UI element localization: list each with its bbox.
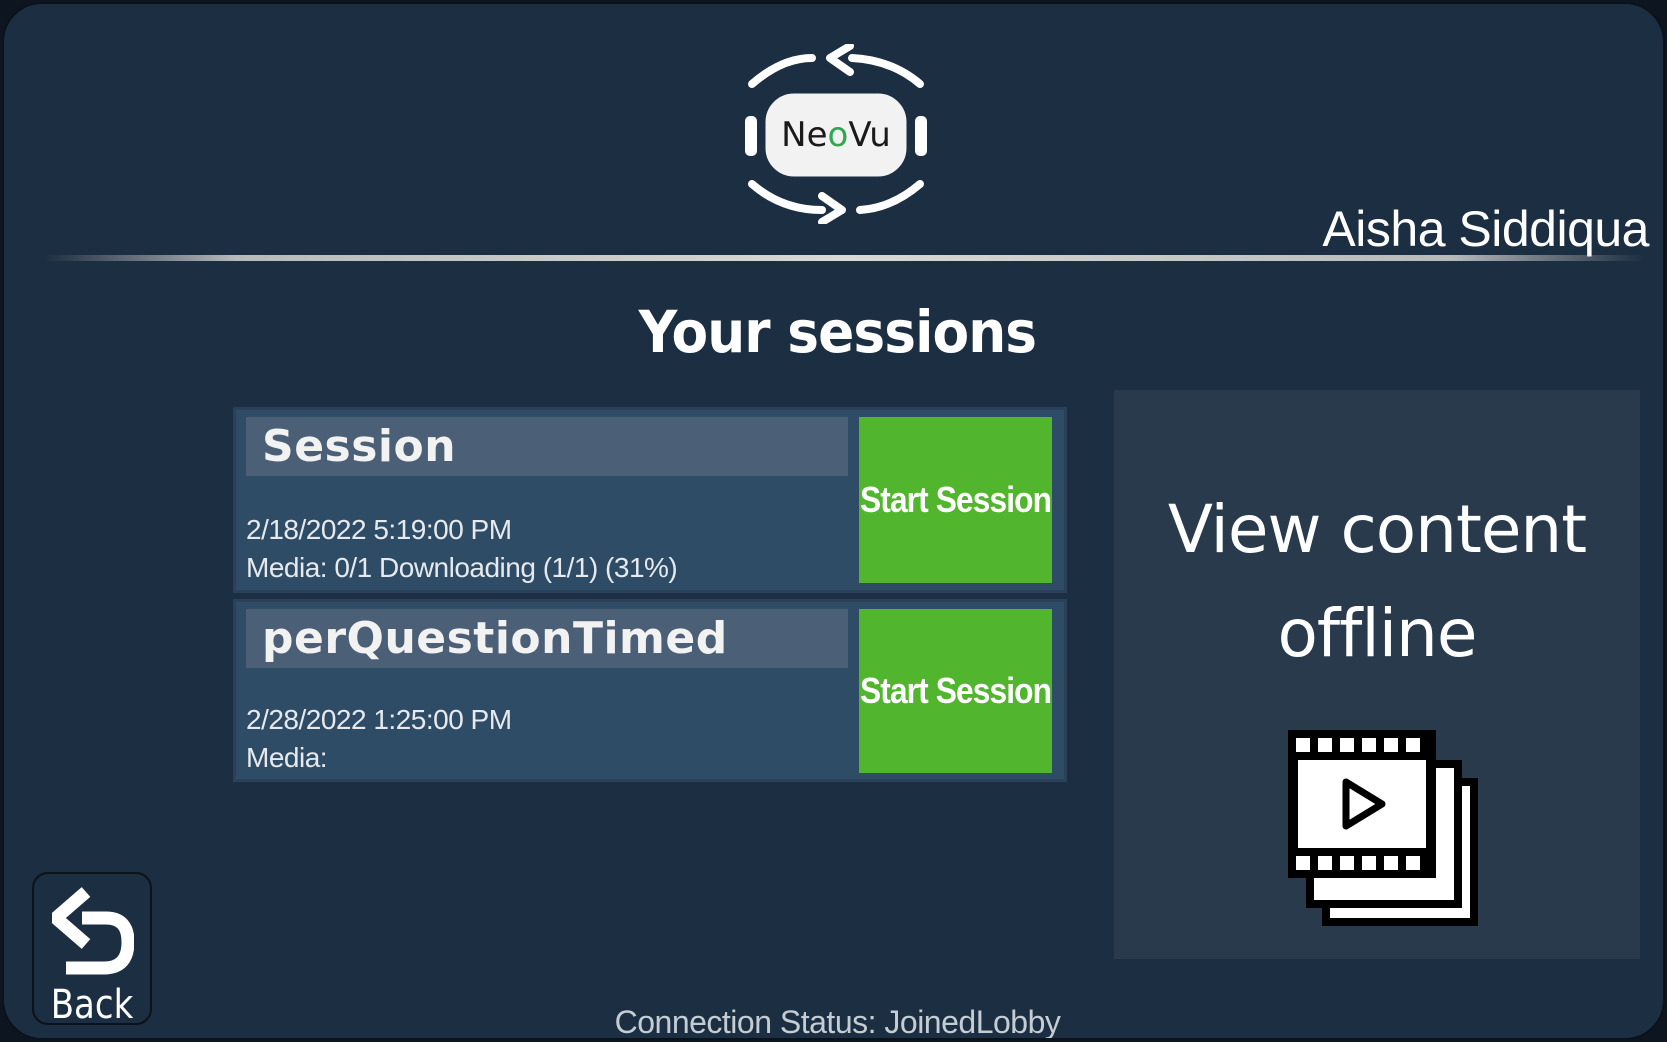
header-divider bbox=[44, 255, 1644, 261]
session-media-status: Media: 0/1 Downloading (1/1) (31%) bbox=[246, 552, 678, 583]
neovu-logo: NeoVu bbox=[742, 42, 930, 226]
session-card-session: Session 2/18/2022 5:19:00 PM Media: 0/1 … bbox=[233, 407, 1067, 593]
start-session-button[interactable]: Start Session bbox=[859, 609, 1052, 773]
logo-wordmark: NeoVu bbox=[781, 115, 891, 155]
view-offline-label: View content offline bbox=[1167, 491, 1587, 672]
undo-arrow-icon bbox=[52, 887, 134, 975]
start-session-button[interactable]: Start Session bbox=[859, 417, 1052, 583]
session-name-bar: Session bbox=[246, 417, 848, 476]
page-title: Your sessions bbox=[638, 298, 1037, 366]
session-date: 2/28/2022 1:25:00 PM bbox=[246, 704, 512, 735]
session-card-perquestiontimed: perQuestionTimed 2/28/2022 1:25:00 PM Me… bbox=[233, 599, 1067, 782]
session-media-status: Media: bbox=[246, 742, 328, 773]
view-offline-button[interactable]: View content offline bbox=[1114, 390, 1640, 959]
session-name: perQuestionTimed bbox=[262, 613, 728, 664]
app-window: NeoVu Aisha Siddiqua Your sessions Sessi… bbox=[2, 2, 1665, 1040]
session-name: Session bbox=[262, 421, 457, 472]
film-stack-play-icon bbox=[1282, 724, 1482, 934]
session-name-bar: perQuestionTimed bbox=[246, 609, 848, 668]
connection-status: Connection Status: JoinedLobby bbox=[614, 1004, 1061, 1040]
back-button[interactable]: Back bbox=[32, 872, 152, 1028]
session-date: 2/18/2022 5:19:00 PM bbox=[246, 514, 512, 545]
start-session-label: Start Session bbox=[859, 479, 1052, 520]
start-session-label: Start Session bbox=[859, 670, 1052, 711]
user-name: Aisha Siddiqua bbox=[1322, 201, 1649, 257]
